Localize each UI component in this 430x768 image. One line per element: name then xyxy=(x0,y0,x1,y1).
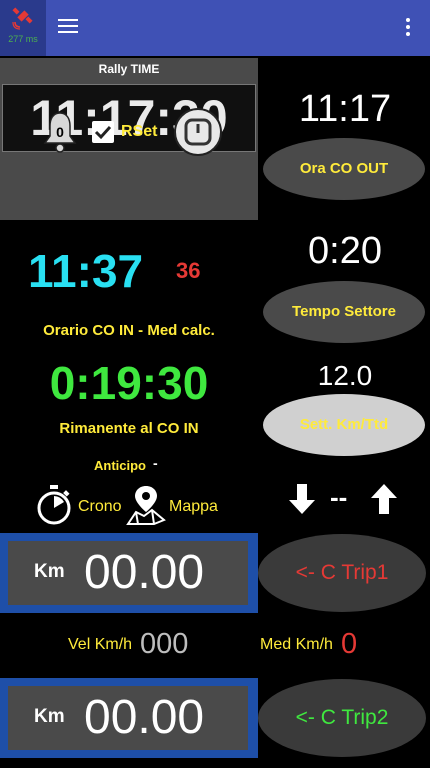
rset-label: RSet xyxy=(121,123,158,140)
arrow-separator: -- xyxy=(330,482,348,512)
menu-icon[interactable] xyxy=(56,16,80,40)
trip1-odometer: Km 00.00 xyxy=(0,533,258,613)
arrow-up-icon[interactable] xyxy=(368,482,400,516)
power-button[interactable] xyxy=(174,108,222,156)
ora-co-out-value: 11:17 xyxy=(298,88,392,130)
crono-label[interactable]: Crono xyxy=(78,498,122,516)
rally-time-title: Rally TIME xyxy=(98,62,160,76)
anticipo-label: Anticipo xyxy=(94,458,146,473)
bell-count: 0 xyxy=(56,124,64,140)
trip1-button[interactable]: <- C Trip1 xyxy=(258,534,426,612)
tempo-settore-button[interactable]: Tempo Settore xyxy=(263,281,425,343)
co-in-time: 11:37 xyxy=(28,245,144,297)
trip2-km-label: Km xyxy=(34,706,65,727)
trip2-button[interactable]: <- C Trip2 xyxy=(258,679,426,757)
arrow-down-icon[interactable] xyxy=(286,482,318,516)
satellite-icon xyxy=(12,7,33,30)
tempo-settore-value: 0:20 xyxy=(308,230,382,272)
co-in-label: Orario CO IN - Med calc. xyxy=(43,322,215,339)
ora-co-out-button[interactable]: Ora CO OUT xyxy=(263,138,425,200)
stopwatch-icon[interactable] xyxy=(34,484,74,526)
gps-status[interactable]: 277 ms xyxy=(0,0,46,56)
rset-checkbox[interactable] xyxy=(92,121,114,143)
trip1-km-label: Km xyxy=(34,561,65,582)
vel-label: Vel Km/h xyxy=(68,636,133,653)
trip1-km-value: 00.00 xyxy=(84,546,205,599)
power-icon xyxy=(184,118,212,146)
sett-km-value: 12.0 xyxy=(317,360,373,391)
gps-latency: 277 ms xyxy=(8,34,38,44)
vel-value: 000 xyxy=(140,628,189,660)
med-label: Med Km/h xyxy=(260,636,333,653)
trip2-km-value: 00.00 xyxy=(84,691,205,744)
co-in-red-value: 36 xyxy=(176,258,201,283)
checkmark-icon xyxy=(94,125,112,140)
sett-km-button[interactable]: Sett. Km/Ttd xyxy=(263,394,425,456)
map-pin-icon[interactable] xyxy=(124,484,168,526)
more-options-icon[interactable] xyxy=(398,16,418,40)
remaining-time: 0:19:30 xyxy=(49,357,209,409)
trip2-odometer: Km 00.00 xyxy=(0,678,258,758)
app-bar: 277 ms xyxy=(0,0,430,56)
med-value: 0 xyxy=(341,628,358,660)
mappa-label[interactable]: Mappa xyxy=(169,498,218,516)
anticipo-value: - xyxy=(153,455,158,471)
remaining-label: Rimanente al CO IN xyxy=(59,420,199,437)
trip-arrows: -- xyxy=(286,478,406,520)
